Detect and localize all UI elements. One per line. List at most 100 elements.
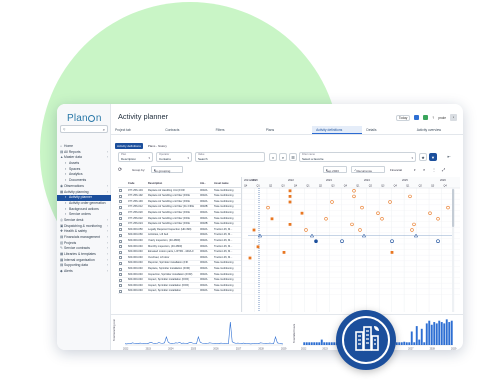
table-cell: Tata conditioning [214, 199, 234, 203]
table-row[interactable]: 600-000-040 Inspect, Sprinkler installati… [118, 289, 241, 295]
right-chart-bar [450, 320, 453, 345]
table-cell: 0002A [200, 188, 208, 192]
left-chart-year-label: 2028 [258, 348, 264, 351]
recurrence-label: Recurrence [356, 169, 373, 173]
table-cell: Inspect, Sprinkler installation (FOR) [148, 283, 189, 287]
tab[interactable]: Activity overview [413, 126, 463, 134]
gantt-year-label: 2021 [250, 178, 256, 182]
today-button[interactable]: Today [395, 114, 411, 121]
collapse-icon[interactable]: ⇤ [445, 153, 453, 161]
gantt-svg: 2021 - 20262021 2022 2023 2024 2025 2026Q4 Q1 Q… [241, 177, 460, 312]
right-chart-bar [415, 326, 418, 345]
tab[interactable]: Activity definitions [312, 126, 363, 134]
table-cell: Inspect, Sprinkler installation [148, 289, 182, 293]
table-cell: 600-000-040 [128, 238, 143, 242]
gantt-planned-marker [436, 217, 440, 221]
table-cell: Replace Air handling unit fitter (Fix FI… [148, 205, 194, 209]
table-cell: 0002A [200, 250, 208, 254]
filter-name-select[interactable]: Filter name Select a favorite ▾ [299, 152, 416, 162]
table-cell: Traction lift, M... [214, 250, 233, 254]
table-cell: Reporter, Sprinkler installation (FIK [148, 261, 189, 265]
plan-field-value: Description [121, 157, 137, 161]
row-checkbox[interactable] [119, 262, 122, 266]
tab[interactable]: Plans [262, 126, 312, 134]
row-checkbox[interactable] [119, 217, 122, 221]
notification-icon[interactable] [414, 115, 420, 120]
tab[interactable]: Filters [212, 126, 262, 134]
fullscreen-icon[interactable]: ⤢ [442, 166, 445, 174]
row-checkbox[interactable] [119, 245, 122, 249]
view-label[interactable]: Financial [390, 166, 402, 174]
row-checkbox[interactable] [119, 211, 122, 215]
group-by-select[interactable]: No grouping ▾ [151, 166, 183, 173]
table-cell: 600-000-040 [128, 255, 143, 259]
planon-logo: Plan n [67, 113, 102, 124]
right-chart-bar [448, 322, 451, 345]
right-chart-bar [433, 322, 436, 345]
panel-tab[interactable]: Plans - history [146, 143, 169, 149]
row-checkbox[interactable] [119, 267, 122, 271]
gantt-planned-marker [358, 228, 362, 232]
gantt-year-label: 2024 [364, 178, 370, 182]
operator-select[interactable]: Operator Contains ▾ [156, 152, 192, 162]
row-checkbox[interactable] [119, 194, 122, 198]
gantt-scrollbar-thumb[interactable] [452, 189, 455, 227]
value-input[interactable]: Value Search [195, 152, 265, 162]
panel-tab[interactable]: Activity definitions [115, 143, 143, 149]
sidebar-search-input[interactable]: Q ⌕ [60, 125, 108, 133]
tab[interactable]: Contracts [161, 126, 211, 134]
chevron-down-icon: ▾ [411, 156, 413, 160]
avatar[interactable]: ▪ [450, 114, 457, 121]
search-icon[interactable]: ⌕ [423, 166, 425, 174]
row-checkbox[interactable] [119, 189, 122, 193]
tab[interactable]: Project tab [111, 126, 161, 134]
row-checkbox[interactable] [119, 256, 122, 260]
row-checkbox[interactable] [119, 289, 122, 293]
row-checkbox[interactable] [119, 234, 122, 238]
row-checkbox[interactable] [119, 273, 122, 277]
left-chart-year-label: 2026 [213, 348, 219, 351]
refresh-icon[interactable]: ⟳ [118, 166, 122, 174]
right-chart-bar [420, 328, 423, 345]
operator-label: Operator [159, 153, 170, 156]
row-checkbox[interactable] [119, 250, 122, 254]
column-header[interactable]: Am.. [200, 182, 206, 185]
help-icon[interactable]: ? [432, 116, 434, 120]
row-checkbox[interactable] [119, 278, 122, 282]
sidebar-item-label: Supporting data [64, 263, 88, 268]
gantt-activity-marker [288, 195, 292, 198]
table-cell: Traction lift, M... [214, 238, 233, 242]
gantt-header-bg [242, 177, 460, 188]
table-cell: Yearly inspection, (40-4800) [148, 238, 181, 242]
row-checkbox[interactable] [119, 222, 122, 226]
sidebar-item[interactable]: ◆Alerts › [57, 269, 111, 275]
row-checkbox[interactable] [119, 239, 122, 243]
plan-field-select[interactable]: Plan Description ▾ [118, 152, 153, 162]
status-icon[interactable] [423, 115, 429, 120]
favorite-filter-button[interactable]: ☰ [289, 153, 297, 161]
clear-filter-icon[interactable]: × [269, 153, 277, 161]
user-name[interactable]: pnole [438, 116, 446, 120]
right-chart-bar [425, 323, 428, 345]
view-chevron-icon[interactable]: ▾ [414, 166, 416, 174]
search-icon[interactable]: ⌕ [279, 153, 287, 161]
column-header[interactable]: Code [128, 182, 134, 185]
filter-icon[interactable]: ▼ [429, 153, 437, 161]
row-checkbox[interactable] [119, 200, 122, 204]
recurrence-toggle[interactable]: ✓ Recurrence [351, 166, 385, 173]
row-checkbox[interactable] [119, 206, 122, 210]
column-header[interactable]: Description [148, 182, 162, 185]
gantt-planned-marker [388, 200, 392, 204]
tab[interactable]: Details [362, 126, 412, 134]
star-icon[interactable]: ★ [419, 153, 427, 161]
gantt-activity-marker [300, 211, 304, 215]
more-icon[interactable]: ⋮ [432, 166, 436, 174]
date-select[interactable]: Sep 2023 ▾ [323, 166, 347, 173]
row-checkbox[interactable] [119, 228, 122, 232]
table-cell: Tata conditioning [214, 283, 234, 287]
gantt-year-label: 2023 [326, 178, 332, 182]
sidebar-item-label: Service desk [64, 217, 84, 222]
column-header[interactable]: Asset name [214, 182, 229, 185]
row-checkbox[interactable] [119, 284, 122, 288]
table-cell: 600-000-050 [128, 227, 143, 231]
